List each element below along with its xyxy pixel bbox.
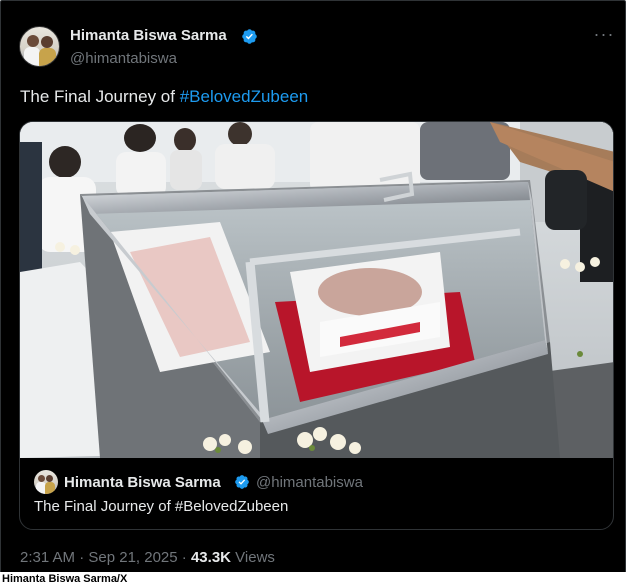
author-avatar[interactable]: [19, 26, 60, 67]
quoted-author-handle[interactable]: @himantabiswa: [256, 474, 363, 492]
more-horizontal-icon[interactable]: ···: [593, 25, 615, 46]
verified-badge-icon[interactable]: [241, 28, 258, 45]
quoted-author-avatar[interactable]: [34, 470, 58, 494]
meta-separator: ·: [177, 549, 191, 566]
photo-illustration: [20, 122, 613, 458]
hashtag-link[interactable]: #BelovedZubeen: [180, 87, 309, 106]
timestamp-link[interactable]: 2:31 AM · Sep 21, 2025: [20, 549, 178, 566]
author-handle[interactable]: @himantabiswa: [70, 50, 177, 68]
views-label: Views: [231, 549, 275, 566]
tweet-card: Himanta Biswa Sarma @himantabiswa ··· Th…: [0, 0, 626, 579]
author-name[interactable]: Himanta Biswa Sarma: [70, 27, 227, 45]
quoted-verified-badge-icon[interactable]: [234, 474, 250, 490]
tweet-photo[interactable]: [20, 122, 613, 458]
quoted-tweet-text: The Final Journey of #BelovedZubeen: [34, 498, 289, 515]
views-count[interactable]: 43.3K: [191, 549, 231, 566]
tweet-text-prefix: The Final Journey of: [20, 87, 180, 106]
tweet-text: The Final Journey of #BelovedZubeen: [20, 87, 308, 107]
tweet-meta: 2:31 AM · Sep 21, 2025 · 43.3K Views: [20, 549, 275, 567]
quoted-author-name[interactable]: Himanta Biswa Sarma: [64, 474, 221, 492]
quoted-tweet-card[interactable]: Himanta Biswa Sarma @himantabiswa The Fi…: [19, 121, 614, 530]
photo-credit: Himanta Biswa Sarma/X: [0, 572, 634, 587]
